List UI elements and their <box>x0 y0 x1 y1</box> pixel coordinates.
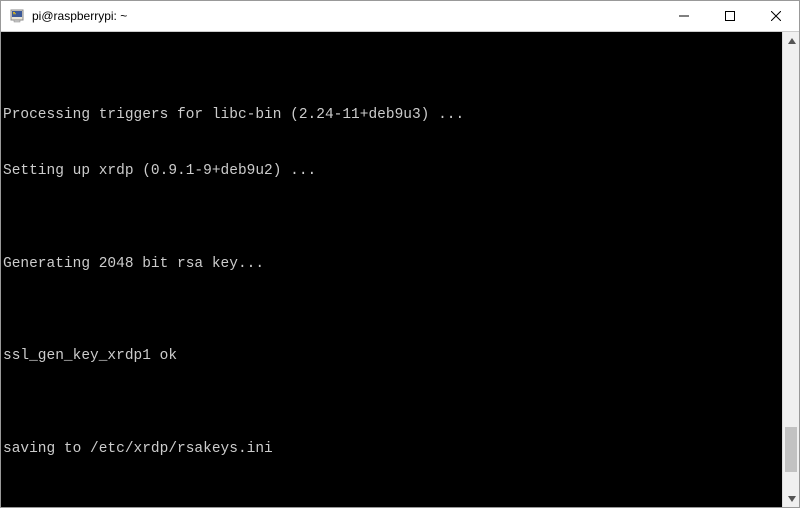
window-controls <box>661 1 799 31</box>
terminal-content: Processing triggers for libc-bin (2.24-1… <box>3 69 797 507</box>
minimize-button[interactable] <box>661 1 707 31</box>
terminal-line: Processing triggers for libc-bin (2.24-1… <box>3 106 780 125</box>
window-title: pi@raspberrypi: ~ <box>32 9 661 23</box>
titlebar: pi@raspberrypi: ~ <box>1 1 799 32</box>
terminal-line: Setting up xrdp (0.9.1-9+deb9u2) ... <box>3 162 780 181</box>
putty-icon <box>7 6 27 26</box>
terminal-line: Generating 2048 bit rsa key... <box>3 255 780 274</box>
terminal-body[interactable]: Processing triggers for libc-bin (2.24-1… <box>1 32 799 507</box>
putty-window: pi@raspberrypi: ~ Processing triggers fo… <box>0 0 800 508</box>
terminal-line: saving to /etc/xrdp/rsakeys.ini <box>3 440 780 459</box>
close-button[interactable] <box>753 1 799 31</box>
scroll-thumb[interactable] <box>785 427 797 472</box>
scroll-up-button[interactable] <box>783 32 799 49</box>
maximize-button[interactable] <box>707 1 753 31</box>
terminal-line: ssl_gen_key_xrdp1 ok <box>3 347 780 366</box>
scrollbar[interactable] <box>782 32 799 507</box>
scroll-down-button[interactable] <box>783 490 799 507</box>
